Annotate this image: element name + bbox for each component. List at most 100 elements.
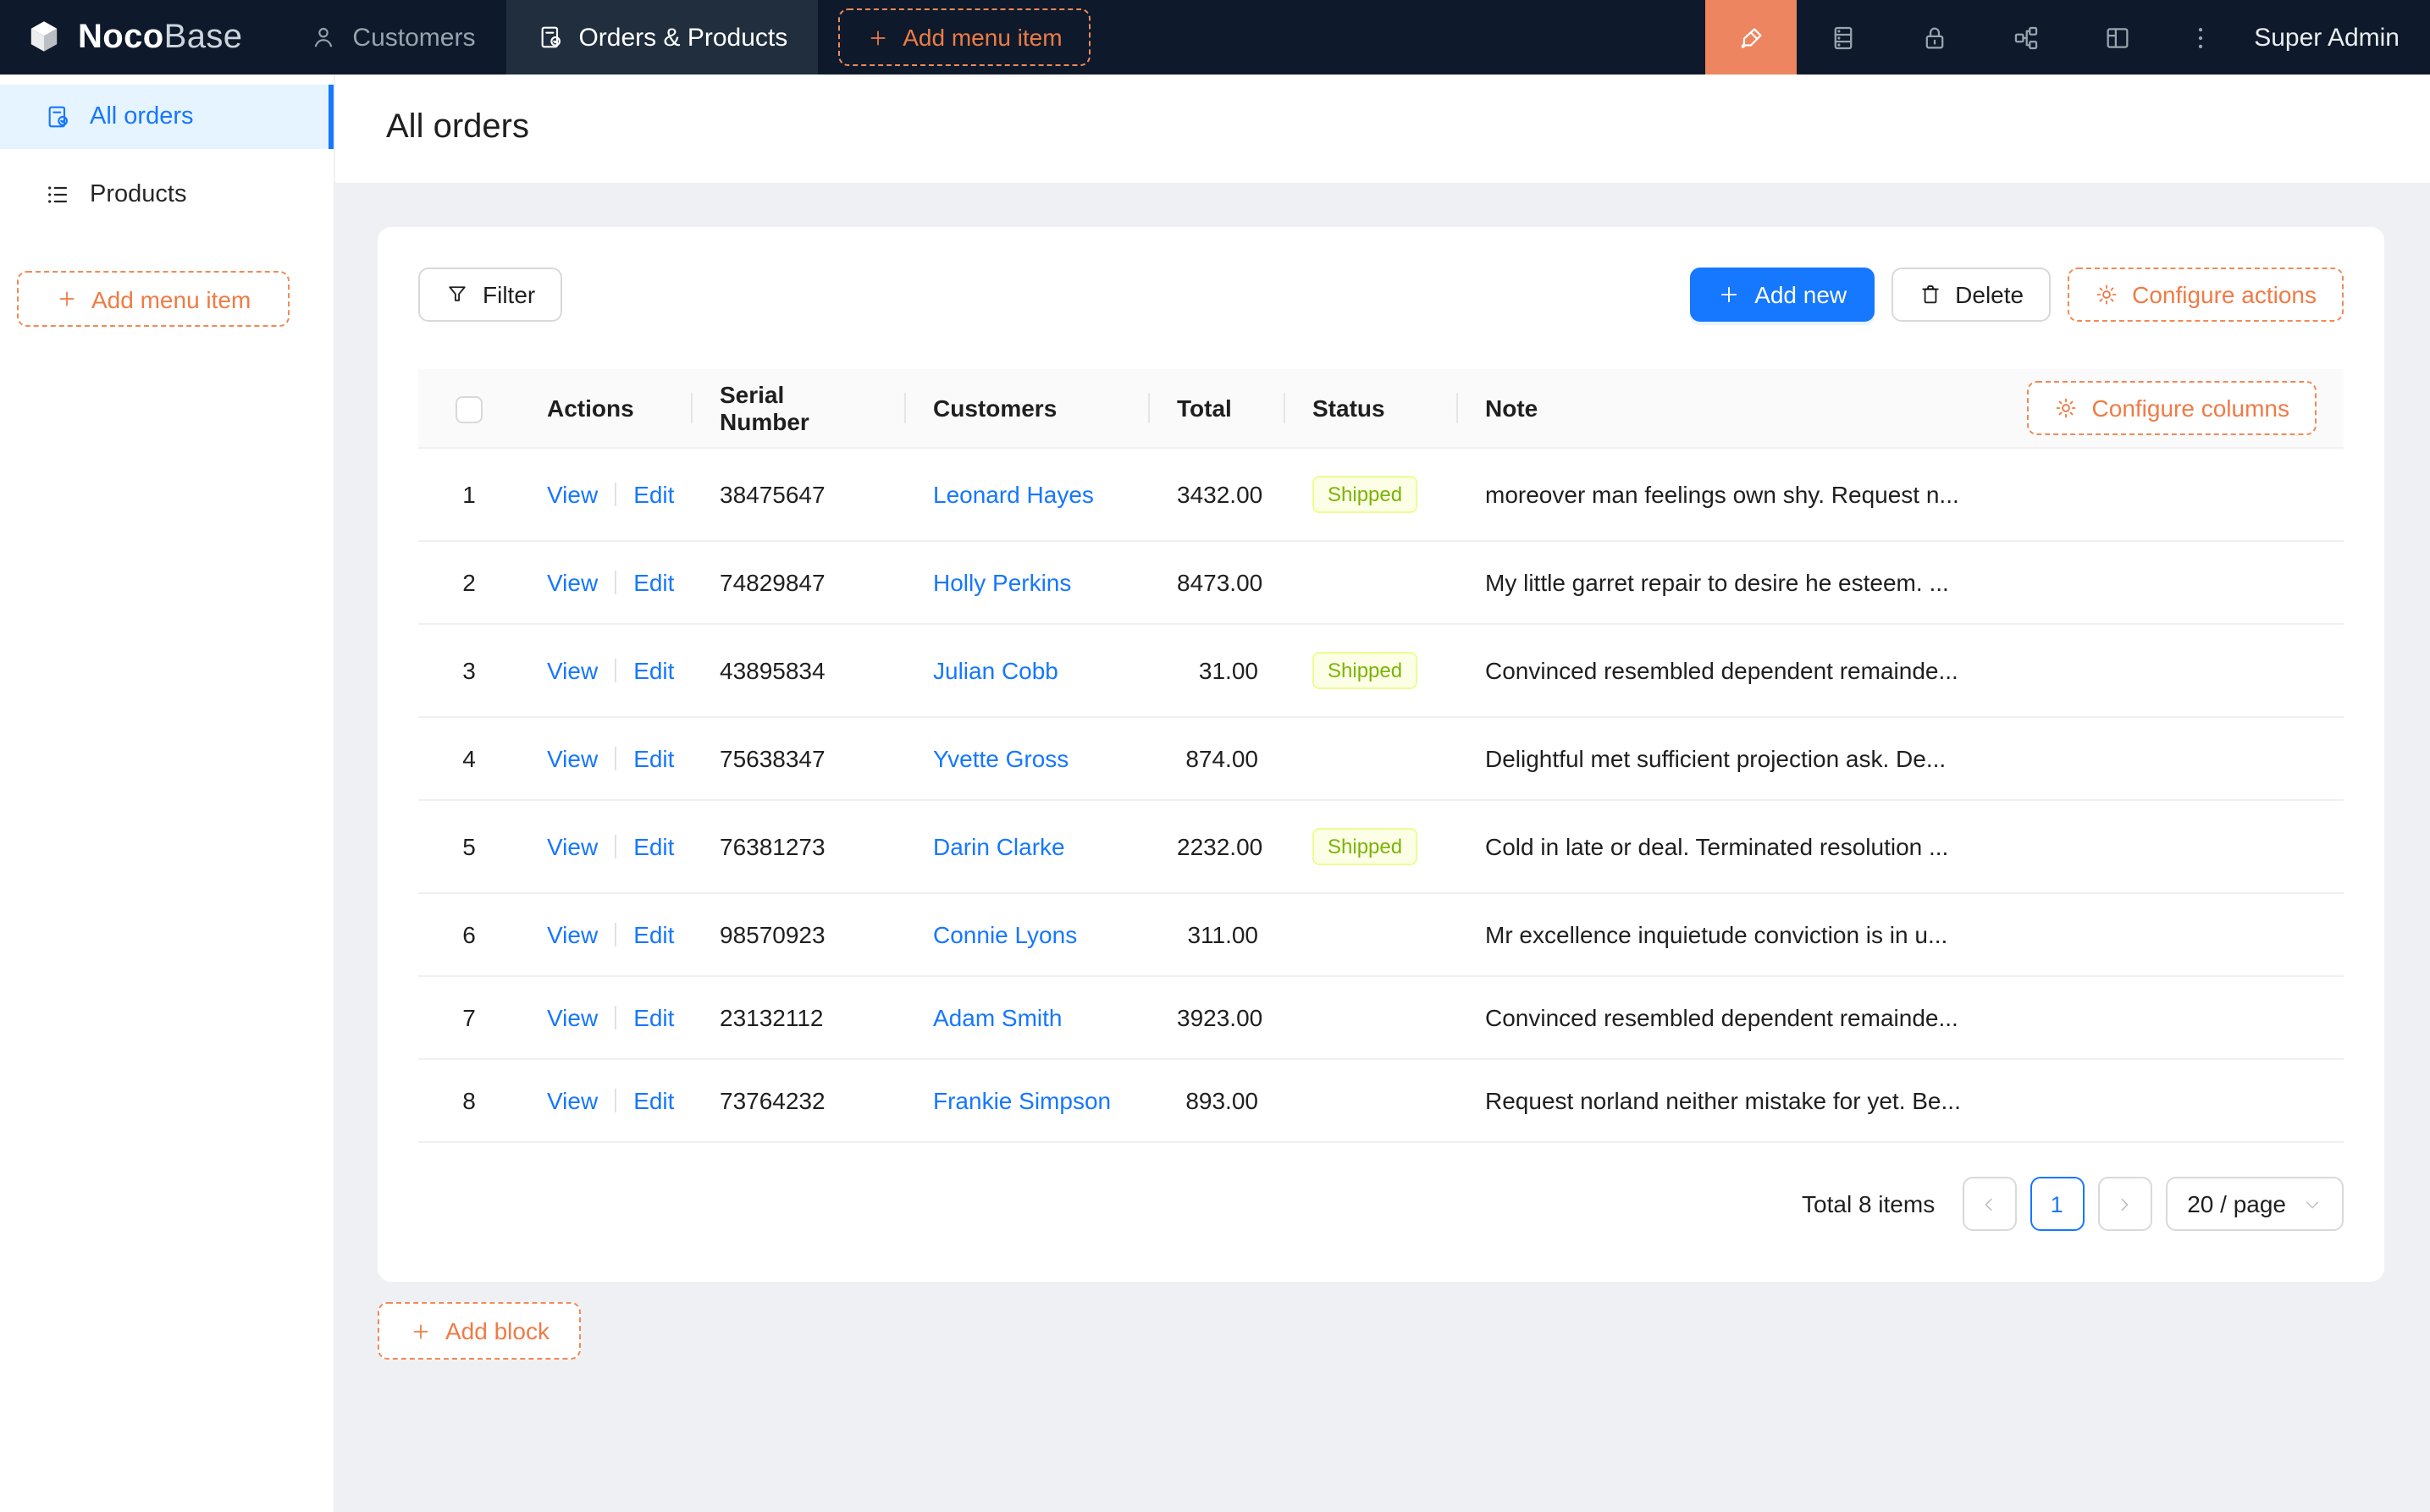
status-cell: Shipped xyxy=(1285,624,1458,717)
serial-cell: 98570923 xyxy=(693,893,906,976)
pagination-page-1[interactable]: 1 xyxy=(2030,1177,2084,1231)
status-cell xyxy=(1285,1059,1458,1142)
main-area: All orders Filter xyxy=(335,74,2430,1512)
plus-icon xyxy=(1717,283,1741,306)
sidebar-item-all-orders[interactable]: All orders xyxy=(0,85,334,149)
total-cell: 3923.00 xyxy=(1150,976,1285,1059)
customer-link[interactable]: Darin Clarke xyxy=(933,833,1065,860)
collections-button[interactable] xyxy=(1797,0,1888,74)
ui-editor-button[interactable] xyxy=(1705,0,1797,74)
add-menu-item-button-top[interactable]: Add menu item xyxy=(838,8,1091,66)
customer-link[interactable]: Connie Lyons xyxy=(933,921,1077,948)
view-link[interactable]: View xyxy=(547,481,598,508)
note-cell: Cold in late or deal. Terminated resolut… xyxy=(1458,800,2344,893)
add-menu-item-label: Add menu item xyxy=(903,24,1062,51)
table-toolbar: Filter Add new xyxy=(418,268,2344,322)
user-icon xyxy=(310,24,337,51)
customer-link[interactable]: Adam Smith xyxy=(933,1004,1063,1031)
gear-icon xyxy=(2055,396,2079,420)
edit-link[interactable]: Edit xyxy=(633,481,674,508)
add-block-label: Add block xyxy=(445,1317,550,1344)
status-badge: Shipped xyxy=(1312,828,1417,865)
edit-link[interactable]: Edit xyxy=(633,1087,674,1114)
total-cell: 8473.00 xyxy=(1150,541,1285,624)
edit-link[interactable]: Edit xyxy=(633,569,674,596)
nocobase-logo[interactable]: NocoBase xyxy=(0,0,279,74)
user-menu[interactable]: Super Admin xyxy=(2237,23,2430,52)
orders-table: Actions Serial Number Customers Total St… xyxy=(418,369,2344,1143)
plus-icon xyxy=(56,288,78,310)
access-control-button[interactable] xyxy=(1888,0,1980,74)
serial-cell: 43895834 xyxy=(693,624,906,717)
note-cell: moreover man feelings own shy. Request n… xyxy=(1458,448,2344,541)
edit-link[interactable]: Edit xyxy=(633,833,674,860)
serial-cell: 23132112 xyxy=(693,976,906,1059)
delete-button[interactable]: Delete xyxy=(1891,268,2051,322)
column-header-customers: Customers xyxy=(906,369,1150,448)
configure-columns-button[interactable]: Configure columns xyxy=(2028,381,2317,435)
total-cell: 893.00 xyxy=(1150,1059,1285,1142)
configure-actions-button[interactable]: Configure actions xyxy=(2068,268,2344,322)
edit-link[interactable]: Edit xyxy=(633,745,674,772)
view-link[interactable]: View xyxy=(547,921,598,948)
view-link[interactable]: View xyxy=(547,1087,598,1114)
row-actions: View Edit xyxy=(520,1059,693,1142)
customer-link[interactable]: Holly Perkins xyxy=(933,569,1071,596)
form-check-icon xyxy=(44,103,71,130)
row-actions: View Edit xyxy=(520,448,693,541)
total-cell: 3432.00 xyxy=(1150,448,1285,541)
customer-cell: Frankie Simpson xyxy=(906,1059,1150,1142)
workflow-icon xyxy=(2011,23,2040,52)
row-actions: View Edit xyxy=(520,800,693,893)
layout-button[interactable] xyxy=(2071,0,2162,74)
database-icon xyxy=(1828,23,1857,52)
view-link[interactable]: View xyxy=(547,657,598,684)
chevron-down-icon xyxy=(2303,1195,2322,1213)
table-row: 6 ViewEdit 98570923 Connie Lyons 311.00 … xyxy=(418,893,2344,976)
edit-link[interactable]: Edit xyxy=(633,1004,674,1031)
edit-link[interactable]: Edit xyxy=(633,921,674,948)
sidebar-item-products[interactable]: Products xyxy=(0,163,334,227)
configure-columns-label: Configure columns xyxy=(2092,395,2289,422)
customer-cell: Julian Cobb xyxy=(906,624,1150,717)
view-link[interactable]: View xyxy=(547,569,598,596)
plus-icon xyxy=(410,1320,432,1342)
column-header-actions: Actions xyxy=(520,369,693,448)
action-divider xyxy=(615,659,616,682)
page-size-select[interactable]: 20 / page xyxy=(2165,1177,2344,1231)
add-new-button[interactable]: Add new xyxy=(1690,268,1874,322)
customer-link[interactable]: Julian Cobb xyxy=(933,657,1058,684)
more-menu-button[interactable] xyxy=(2162,0,2237,74)
filter-label: Filter xyxy=(483,281,535,308)
table-row: 4 ViewEdit 75638347 Yvette Gross 874.00 … xyxy=(418,717,2344,800)
add-menu-item-button-sidebar[interactable]: Add menu item xyxy=(17,271,290,327)
status-cell xyxy=(1285,717,1458,800)
select-all-checkbox[interactable] xyxy=(456,395,483,422)
row-index: 8 xyxy=(418,1059,520,1142)
top-navbar: NocoBase Customers Orders & Products Add… xyxy=(0,0,2430,74)
view-link[interactable]: View xyxy=(547,833,598,860)
note-cell: My little garret repair to desire he est… xyxy=(1458,541,2344,624)
row-index: 1 xyxy=(418,448,520,541)
pagination-next-button[interactable] xyxy=(2097,1177,2151,1231)
row-index: 5 xyxy=(418,800,520,893)
sidebar: All orders Products Add menu item xyxy=(0,74,335,1512)
top-menu-orders-products[interactable]: Orders & Products xyxy=(505,0,818,74)
customer-link[interactable]: Yvette Gross xyxy=(933,745,1069,772)
pagination-prev-button[interactable] xyxy=(1962,1177,2016,1231)
add-block-button[interactable]: Add block xyxy=(378,1302,582,1360)
customer-link[interactable]: Frankie Simpson xyxy=(933,1087,1111,1114)
action-divider xyxy=(615,571,616,594)
view-link[interactable]: View xyxy=(547,1004,598,1031)
customer-link[interactable]: Leonard Hayes xyxy=(933,481,1094,508)
total-cell: 311.00 xyxy=(1150,893,1285,976)
filter-button[interactable]: Filter xyxy=(418,268,562,322)
top-menu-customers[interactable]: Customers xyxy=(279,0,505,74)
workflow-button[interactable] xyxy=(1980,0,2071,74)
configure-actions-label: Configure actions xyxy=(2132,281,2317,308)
brand-name: NocoBase xyxy=(78,18,242,57)
view-link[interactable]: View xyxy=(547,745,598,772)
serial-cell: 74829847 xyxy=(693,541,906,624)
customer-cell: Yvette Gross xyxy=(906,717,1150,800)
edit-link[interactable]: Edit xyxy=(633,657,674,684)
